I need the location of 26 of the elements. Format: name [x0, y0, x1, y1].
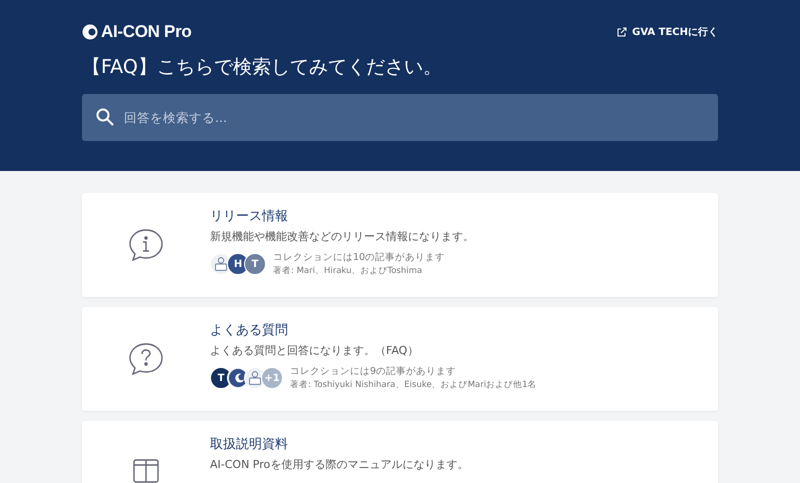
external-link[interactable]: GVA TECHに行く: [617, 25, 718, 39]
collection-title[interactable]: 取扱説明資料: [210, 435, 468, 453]
page-title: 【FAQ】こちらで検索してみてください。: [82, 55, 443, 80]
collection-title[interactable]: リリース情報: [210, 207, 474, 225]
avatar: T: [244, 253, 266, 275]
collection-description: 新規機能や機能改善などのリリース情報になります。: [210, 229, 474, 244]
info-bubble-icon: [128, 228, 164, 262]
article-count: コレクションには9の記事があります: [290, 365, 458, 378]
collection-card[interactable]: 取扱説明資料 AI-CON Proを使用する際のマニュアルになります。: [82, 421, 718, 483]
article-count: コレクションには10の記事があります: [273, 251, 446, 264]
collection-card[interactable]: リリース情報 新規機能や機能改善などのリリース情報になります。 H T コレクションには10の記事があります 著者: Mari、Hiraku、およびToshima: [82, 193, 718, 297]
search-icon: [96, 108, 114, 126]
person-at-laptop-avatar-icon: [210, 253, 232, 275]
collection-card[interactable]: よくある質問 よくある質問と回答になります。（FAQ） T +1 コレクションには9の記事があります 著者: Toshiyuki Nishihara、Eisuke、およびMariおよび他1名: [82, 307, 718, 411]
collection-description: AI-CON Proを使用する際のマニュアルになります。: [210, 457, 468, 472]
external-link-icon: [617, 27, 628, 37]
more-authors-badge: +1: [261, 367, 283, 389]
avatar: T: [210, 367, 232, 389]
logo[interactable]: AI-CON Pro: [82, 22, 192, 42]
authors-text: 著者: Toshiyuki Nishihara、Eisuke、およびMariおよび他1名: [290, 379, 536, 391]
collection-title[interactable]: よくある質問: [210, 321, 536, 339]
search-field[interactable]: 回答を検索する...: [82, 94, 718, 141]
authors-text: 著者: Mari、Hiraku、およびToshima: [273, 265, 424, 277]
question-bubble-icon: [128, 342, 164, 376]
logo-text: AI-CON Pro: [101, 22, 192, 42]
collection-description: よくある質問と回答になります。（FAQ）: [210, 343, 420, 358]
